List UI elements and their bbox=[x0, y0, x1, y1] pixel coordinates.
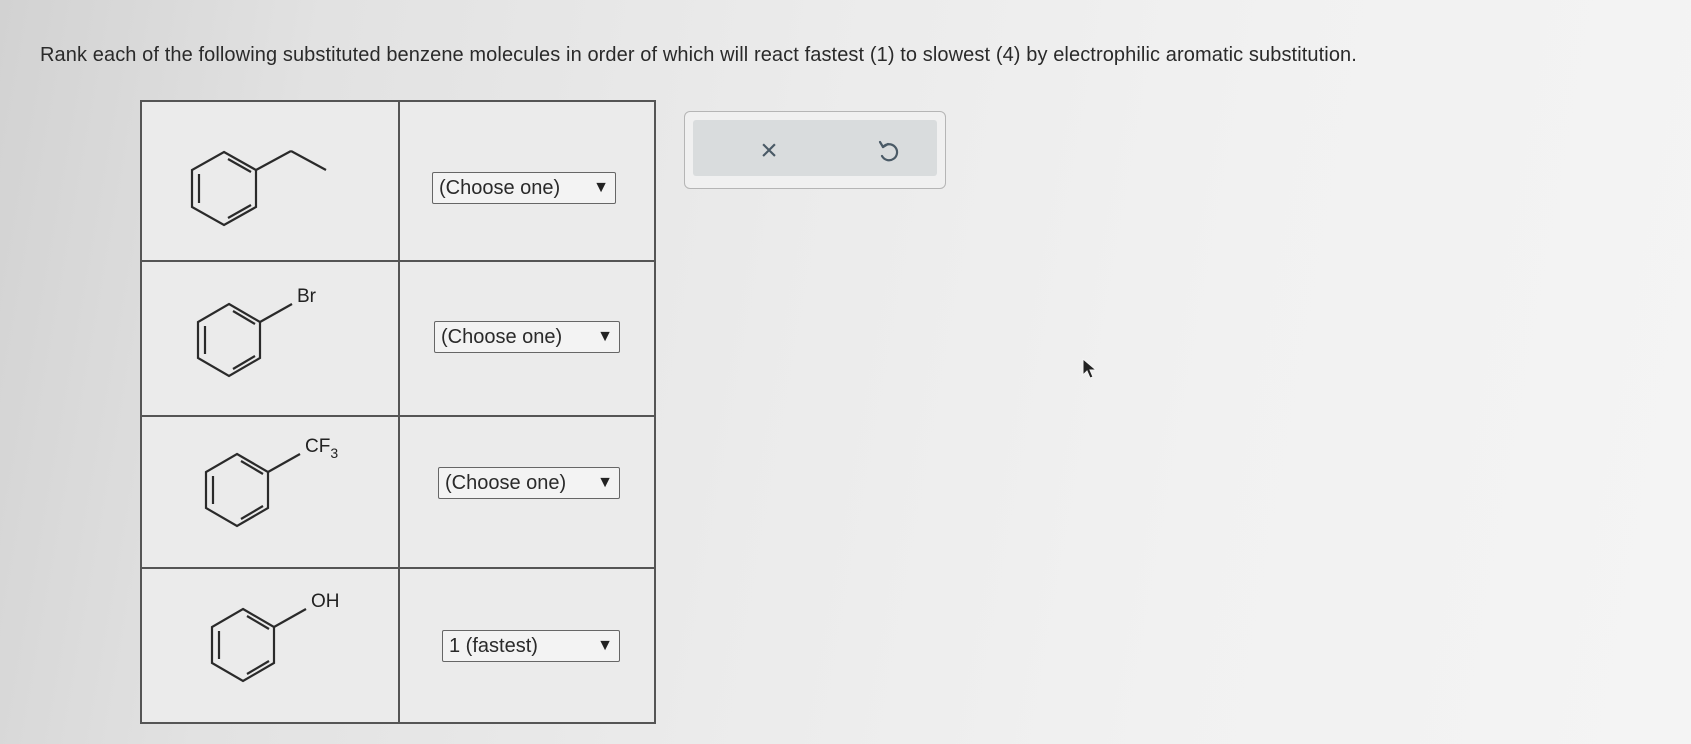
rank-select-1[interactable]: (Choose one) ▼ bbox=[432, 172, 616, 204]
rank-select-3-value: (Choose one) bbox=[445, 471, 567, 494]
molecule-cell-1 bbox=[142, 102, 400, 262]
clear-button[interactable]: × bbox=[749, 134, 789, 168]
rank-cell-1: (Choose one) ▼ bbox=[400, 102, 654, 262]
undo-button[interactable] bbox=[869, 134, 909, 168]
ethylbenzene-structure bbox=[190, 150, 327, 227]
rank-cell-3: (Choose one) ▼ bbox=[400, 417, 654, 569]
phenol-structure: OH bbox=[210, 591, 340, 683]
trifluoromethyl-label: CF3 bbox=[305, 436, 338, 461]
rank-select-4-value: 1 (fastest) bbox=[449, 634, 538, 657]
molecule-cell-3: CF3 bbox=[142, 417, 400, 569]
molecule-cell-4: OH bbox=[142, 569, 400, 722]
dropdown-triangle-icon: ▼ bbox=[597, 474, 613, 491]
molecule-cell-2: Br bbox=[142, 262, 400, 417]
rank-cell-4: 1 (fastest) ▼ bbox=[400, 569, 654, 722]
dropdown-triangle-icon: ▼ bbox=[597, 637, 613, 654]
rank-select-3[interactable]: (Choose one) ▼ bbox=[438, 467, 620, 499]
answer-tools-bar: × bbox=[693, 120, 937, 176]
close-icon: × bbox=[760, 134, 778, 167]
rank-select-2-value: (Choose one) bbox=[441, 325, 563, 348]
question-prompt: Rank each of the following substituted b… bbox=[40, 44, 1357, 66]
ranking-table: (Choose one) ▼ Br (Choose one) ▼ CF3 (Ch… bbox=[140, 100, 656, 724]
answer-tools-panel: × bbox=[684, 111, 946, 189]
mouse-pointer-icon bbox=[1082, 358, 1098, 379]
dropdown-triangle-icon: ▼ bbox=[593, 179, 609, 196]
undo-icon bbox=[878, 140, 899, 162]
bromo-label: Br bbox=[297, 286, 317, 307]
hydroxyl-label: OH bbox=[311, 591, 340, 612]
dropdown-triangle-icon: ▼ bbox=[597, 328, 613, 345]
rank-select-2[interactable]: (Choose one) ▼ bbox=[434, 321, 620, 353]
bromobenzene-structure: Br bbox=[196, 286, 317, 378]
rank-select-4[interactable]: 1 (fastest) ▼ bbox=[442, 630, 620, 662]
rank-select-1-value: (Choose one) bbox=[439, 176, 561, 199]
trifluoromethylbenzene-structure: CF3 bbox=[204, 436, 338, 528]
rank-cell-2: (Choose one) ▼ bbox=[400, 262, 654, 417]
